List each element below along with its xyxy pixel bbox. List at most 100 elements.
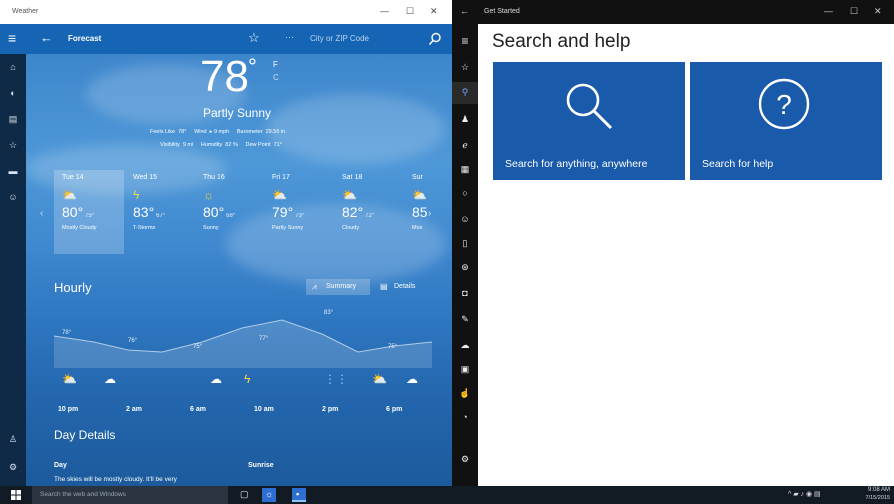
back-arrow-icon[interactable]: ← — [460, 6, 469, 16]
unit-f[interactable]: F — [273, 60, 278, 69]
hourly-temp: 78° — [62, 330, 72, 336]
day-card[interactable]: Thu 16 ☼ 80° 68° Sunny — [195, 170, 265, 254]
current-details-2: Visibility 9 mi Humidity 82 % Dew Point … — [160, 142, 282, 148]
hourly-time: 10 pm — [58, 406, 79, 413]
day-card[interactable]: Fri 17 ⛅ 79° 73° Partly Sunny — [264, 170, 334, 254]
hourly-time: 2 pm — [322, 406, 339, 413]
clock-date[interactable]: 7/15/2015 — [852, 495, 890, 501]
day-name: Thu 16 — [203, 174, 225, 181]
day-condition: Cloudy — [342, 225, 360, 231]
day-condition: Mostly Cloudy — [62, 225, 97, 231]
unit-c[interactable]: C — [273, 73, 279, 82]
store-icon[interactable]: ▣ — [452, 364, 478, 375]
get-started-titlebar[interactable]: ← Get Started — ☐ ✕ — [452, 0, 894, 24]
star-icon[interactable]: ☆ — [0, 140, 26, 151]
weather-content: 78 ° F C Partly Sunny Feels Like 78° Win… — [26, 54, 452, 486]
search-input[interactable]: City or ZIP Code — [310, 34, 369, 43]
close-icon[interactable]: ✕ — [874, 6, 882, 17]
prev-days-arrow[interactable]: ‹ — [40, 208, 43, 219]
chart-icon: ⩘ — [312, 282, 317, 291]
tile-label: Search for help — [702, 158, 774, 170]
windows-icon[interactable]: ▦ — [452, 164, 478, 175]
day-card[interactable]: Sur ⛅ 85 Mos — [404, 170, 434, 254]
search-help-tile[interactable]: ? Search for help — [690, 62, 882, 180]
taskbar-search-placeholder: Search the web and Windows — [40, 491, 126, 498]
clock-time[interactable]: 9:08 AM — [856, 487, 890, 493]
get-started-sidebar: ≡ ☆ ⚲ ♟ ℯ ▦ ○ ☺ ▯ ⊛ ◘ ✎ ☁ ▣ ☝ ◔ ⚙ — [452, 24, 478, 486]
current-temp: 78 — [200, 54, 249, 101]
sidebar-item-search[interactable]: ⚲ — [452, 82, 478, 104]
cloud-icon[interactable]: ☁ — [452, 340, 478, 351]
cortana-icon[interactable]: ○ — [452, 188, 478, 198]
hamburger-icon[interactable]: ≡ — [8, 30, 16, 46]
cloudy-icon: ⛅ — [342, 188, 357, 202]
partly-cloudy-icon: ⛅ — [62, 372, 77, 386]
home-icon[interactable]: ⌂ — [0, 62, 26, 72]
hourly-time: 6 pm — [386, 406, 403, 413]
hourly-time: 2 am — [126, 406, 142, 413]
day-card[interactable]: Sat 18 ⛅ 82° 72° Cloudy — [334, 170, 404, 254]
close-icon[interactable]: ✕ — [430, 6, 438, 17]
task-view-icon[interactable]: ▢ — [240, 489, 249, 500]
ink-icon[interactable]: ✎ — [452, 314, 478, 325]
day-card[interactable]: Wed 15 ϟ 83° 67° T-Storms — [125, 170, 195, 254]
search-anything-tile[interactable]: Search for anything, anywhere — [493, 62, 685, 180]
hourly-time: 6 am — [190, 406, 206, 413]
smile-icon[interactable]: ☺ — [0, 192, 26, 202]
day-condition: T-Storms — [133, 225, 156, 231]
start-button[interactable] — [0, 486, 32, 504]
summary-button[interactable]: ⩘ Summary — [306, 279, 370, 295]
more-icon[interactable]: ··· — [285, 32, 294, 42]
day-label: Day — [54, 462, 67, 469]
star-icon[interactable]: ☆ — [452, 62, 478, 73]
favorite-star-icon[interactable]: ☆ — [248, 30, 260, 46]
cloud-icon: ☁ — [210, 372, 222, 386]
maximize-icon[interactable]: ☐ — [406, 6, 414, 17]
weather-window: Weather — ☐ ✕ ≡ ← Forecast ☆ ··· City or… — [0, 0, 452, 486]
taskbar-app-weather[interactable]: ☼ — [262, 488, 276, 502]
settings-icon[interactable]: ⚙ — [0, 462, 26, 473]
hourly-title: Hourly — [54, 280, 92, 295]
flag-icon[interactable]: ▬ — [0, 166, 26, 176]
minimize-icon[interactable]: — — [824, 6, 833, 16]
people-icon[interactable]: ♟ — [452, 114, 478, 125]
degree-symbol: ° — [248, 54, 257, 79]
hourly-temp: 75° — [193, 344, 203, 350]
timer-icon[interactable]: ◔ — [452, 412, 478, 422]
hamburger-icon[interactable]: ≡ — [452, 34, 478, 48]
chart-icon[interactable]: ▤ — [0, 114, 26, 125]
search-icon[interactable] — [428, 32, 442, 46]
person-icon[interactable]: ♙ — [0, 434, 26, 445]
details-label: Details — [394, 283, 416, 290]
day-card[interactable]: Tue 14 ⛅ 80° 75° Mostly Cloudy — [54, 170, 124, 254]
back-arrow-icon[interactable]: ← — [40, 30, 53, 45]
day-name: Sat 18 — [342, 174, 363, 181]
taskbar-app-get-started[interactable]: ▪ — [292, 488, 306, 502]
taskbar-search-box[interactable]: Search the web and Windows — [32, 486, 228, 504]
news-icon[interactable]: ◐ — [0, 88, 26, 98]
maximize-icon[interactable]: ☐ — [850, 6, 858, 17]
office-icon[interactable]: ◘ — [452, 288, 478, 298]
edge-icon[interactable]: ℯ — [452, 140, 478, 151]
day-text: The skies will be mostly cloudy. It'll b… — [54, 476, 177, 483]
settings-icon[interactable]: ⚙ — [452, 454, 478, 465]
system-tray-icons[interactable]: ^ ▰ ♪ ◉ ▤ — [788, 490, 821, 498]
touch-icon[interactable]: ☝ — [452, 388, 478, 399]
hourly-temp: 77° — [259, 336, 269, 342]
weather-app-icon: ☼ — [265, 489, 274, 499]
weather-titlebar[interactable]: Weather — ☐ ✕ — [0, 0, 452, 24]
details-button[interactable]: ▤ Details — [376, 279, 430, 295]
partly-sunny-icon: ⛅ — [272, 188, 287, 202]
xbox-icon[interactable]: ⊛ — [452, 262, 478, 273]
hello-icon[interactable]: ☺ — [452, 214, 478, 224]
cloudy-icon: ⛅ — [62, 188, 77, 202]
get-started-window: ← Get Started — ☐ ✕ ≡ ☆ ⚲ ♟ ℯ ▦ ○ ☺ ▯ ⊛ … — [452, 0, 894, 486]
minimize-icon[interactable]: — — [380, 6, 389, 16]
hourly-time: 10 am — [254, 406, 274, 413]
sun-icon: ☼ — [203, 188, 214, 202]
svg-text:?: ? — [776, 89, 792, 120]
summary-label: Summary — [326, 283, 356, 290]
weather-navbar: ≡ ← Forecast ☆ ··· City or ZIP Code — [0, 24, 452, 54]
phone-icon[interactable]: ▯ — [452, 238, 478, 249]
day-name: Wed 15 — [133, 174, 157, 181]
